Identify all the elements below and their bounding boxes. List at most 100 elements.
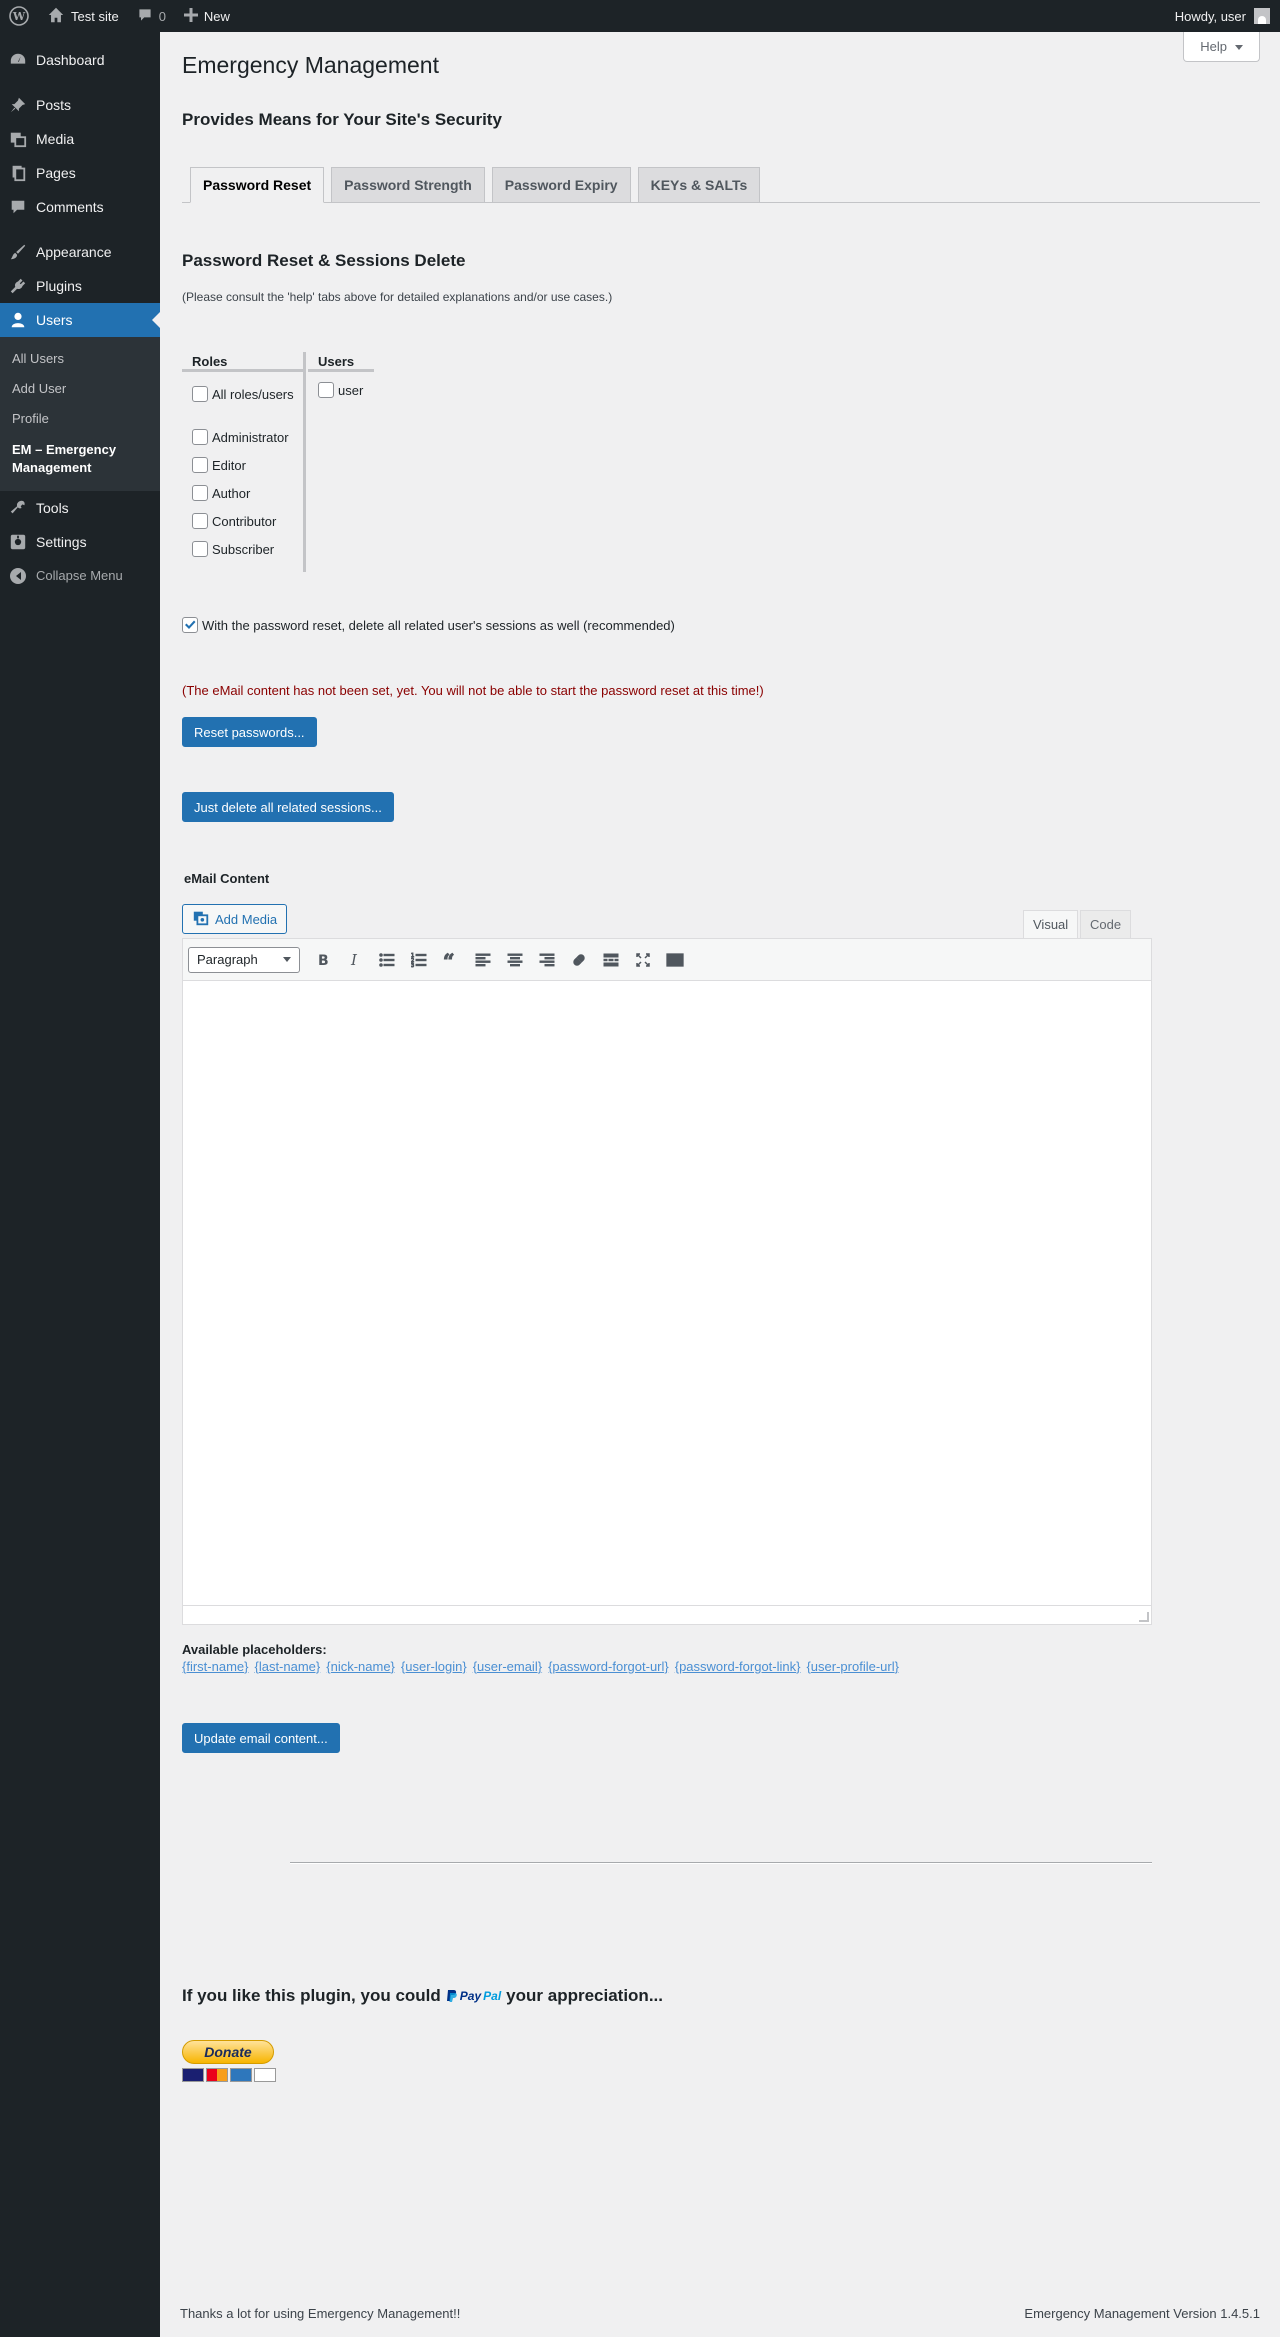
numbered-list-icon[interactable]: 123 [404,945,434,975]
bullet-list-icon[interactable] [372,945,402,975]
bank-card-icon [254,2068,276,2082]
read-more-icon[interactable] [596,945,626,975]
appreciation-after: your appreciation... [506,1986,663,2005]
email-not-set-warning: (The eMail content has not been set, yet… [182,683,764,698]
submenu-add-user[interactable]: Add User [0,374,160,404]
blockquote-icon[interactable]: “ [436,945,466,975]
checkbox[interactable] [192,386,208,402]
menu-settings[interactable]: Settings [0,525,160,559]
resize-handle-icon[interactable] [1139,1612,1149,1622]
comments-count: 0 [158,8,166,24]
checkbox[interactable] [192,541,208,557]
help-button[interactable]: Help [1183,32,1260,62]
menu-label: Posts [36,97,72,113]
bold-icon[interactable]: B [308,945,338,975]
placeholder-link[interactable]: {last-name} [254,1659,320,1674]
comments-link[interactable]: 0 [128,0,175,32]
roles-column: Roles All roles/users Administrator Edit… [182,352,305,563]
my-account[interactable]: Howdy, user [1175,8,1280,24]
delete-sessions-option[interactable]: With the password reset, delete all rela… [182,617,675,633]
menu-comments[interactable]: Comments [0,190,160,224]
users-header: Users [308,352,374,372]
checkbox[interactable] [192,429,208,445]
submenu-all-users[interactable]: All Users [0,344,160,374]
menu-media[interactable]: Media [0,122,160,156]
home-icon [47,6,65,27]
tab-password-strength[interactable]: Password Strength [331,167,485,202]
placeholder-link[interactable]: {user-profile-url} [806,1659,899,1674]
align-center-icon[interactable] [500,945,530,975]
collapse-menu-button[interactable]: Collapse Menu [0,559,160,593]
menu-label: Appearance [36,244,112,260]
menu-tools[interactable]: Tools [0,491,160,525]
placeholders-list: {first-name} {last-name} {nick-name} {us… [182,1659,899,1674]
wordpress-logo-icon[interactable]: W [0,0,38,32]
keyboard-icon[interactable] [660,945,690,975]
editor-tab-code[interactable]: Code [1080,910,1132,939]
role-label: Administrator [212,429,289,445]
fullscreen-icon[interactable] [628,945,658,975]
role-subscriber-checkbox-row[interactable]: Subscriber [182,535,305,563]
email-content-label: eMail Content [184,871,270,886]
collapse-arrow-icon [8,566,28,586]
user-checkbox-row[interactable]: user [308,376,374,404]
checkbox[interactable] [192,485,208,501]
checkbox[interactable] [318,382,334,398]
placeholder-link[interactable]: {first-name} [182,1659,248,1674]
submenu-profile[interactable]: Profile [0,404,160,434]
reset-passwords-button[interactable]: Reset passwords... [182,717,317,747]
tab-keys-salts[interactable]: KEYs & SALTs [637,167,761,202]
editor-toolbar: Paragraph B I 123 “ [183,939,1151,981]
main-content: Help Emergency Management Provides Means… [160,32,1280,2337]
menu-users[interactable]: Users [0,303,160,337]
settings-icon [8,532,28,552]
menu-appearance[interactable]: Appearance [0,235,160,269]
menu-plugins[interactable]: Plugins [0,269,160,303]
update-email-content-button[interactable]: Update email content... [182,1723,340,1753]
donate-button[interactable]: Donate [182,2040,274,2064]
checkbox[interactable] [192,457,208,473]
format-select[interactable]: Paragraph [188,946,300,973]
divider [290,1862,1152,1864]
placeholder-link[interactable]: {user-email} [473,1659,542,1674]
menu-label: Dashboard [36,52,105,68]
svg-text:B: B [318,953,329,968]
site-name: Test site [71,8,119,24]
chevron-down-icon [283,957,291,966]
svg-text:W: W [12,10,26,23]
menu-dashboard[interactable]: Dashboard [0,43,160,77]
placeholder-link[interactable]: {password-forgot-url} [548,1659,669,1674]
menu-label: Media [36,131,75,147]
link-icon[interactable] [564,945,594,975]
submenu-emergency-management[interactable]: EM – Emergency Management [0,435,160,483]
italic-icon[interactable]: I [340,945,370,975]
role-all-checkbox-row[interactable]: All roles/users [182,380,305,408]
editor-body[interactable] [183,981,1151,1606]
placeholders-title: Available placeholders: [182,1642,327,1657]
role-author-checkbox-row[interactable]: Author [182,479,305,507]
align-left-icon[interactable] [468,945,498,975]
placeholder-link[interactable]: {nick-name} [326,1659,395,1674]
new-content-link[interactable]: New [175,0,239,32]
delete-sessions-checkbox[interactable] [182,617,198,633]
role-administrator-checkbox-row[interactable]: Administrator [182,423,305,451]
menu-posts[interactable]: Posts [0,88,160,122]
checkbox[interactable] [192,513,208,529]
add-media-button[interactable]: Add Media [182,904,288,934]
align-right-icon[interactable] [532,945,562,975]
delete-sessions-label: With the password reset, delete all rela… [202,617,675,633]
role-editor-checkbox-row[interactable]: Editor [182,451,305,479]
comment-icon [137,7,153,26]
payment-cards [182,2068,276,2082]
site-name-link[interactable]: Test site [38,0,128,32]
editor-tab-visual[interactable]: Visual [1023,910,1079,939]
role-contributor-checkbox-row[interactable]: Contributor [182,507,305,535]
placeholder-link[interactable]: {user-login} [401,1659,467,1674]
tab-password-reset[interactable]: Password Reset [190,167,325,203]
delete-sessions-button[interactable]: Just delete all related sessions... [182,792,394,822]
help-label: Help [1200,39,1227,54]
email-content-editor: Paragraph B I 123 “ [182,938,1152,1625]
placeholder-link[interactable]: {password-forgot-link} [675,1659,801,1674]
tab-password-expiry[interactable]: Password Expiry [491,167,631,202]
menu-pages[interactable]: Pages [0,156,160,190]
